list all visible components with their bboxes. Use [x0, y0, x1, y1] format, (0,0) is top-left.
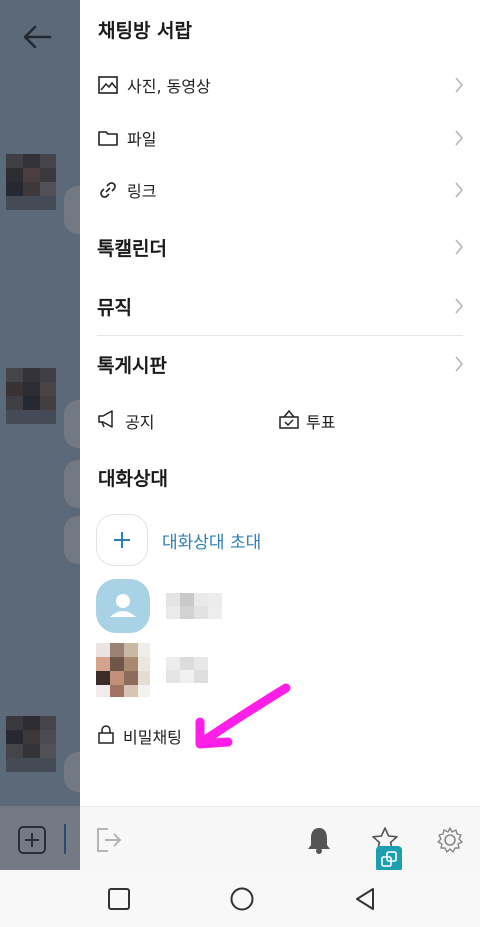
chevron-right-icon: [455, 182, 464, 198]
chevron-right-icon: [455, 77, 464, 93]
home-icon[interactable]: [229, 886, 255, 912]
folder-icon: [97, 127, 119, 149]
member-name-blurred: [166, 657, 222, 683]
menu-item-music[interactable]: 뮤직: [80, 280, 480, 332]
member-item[interactable]: [96, 578, 222, 634]
chat-drawer: 채팅방 서랍 사진, 동영상 파일 링크 톡캘린더 뮤직 톡게시판 공지 투표 …: [80, 0, 480, 870]
vote-label: 투표: [306, 413, 336, 432]
menu-item-label: 링크: [127, 182, 157, 201]
system-navigation-bar: [0, 870, 480, 927]
menu-item-talk-board[interactable]: 톡게시판: [80, 338, 480, 390]
lock-icon: [97, 724, 115, 748]
members-section-title: 대화상대: [98, 468, 168, 490]
divider: [97, 335, 463, 336]
recent-apps-icon[interactable]: [106, 886, 132, 912]
chevron-right-icon: [455, 130, 464, 146]
member-name-blurred: [166, 593, 222, 619]
menu-item-photos-videos[interactable]: 사진, 동영상: [80, 59, 480, 111]
vote-box-icon: [278, 408, 300, 434]
bell-icon[interactable]: [304, 825, 334, 855]
menu-item-label: 파일: [127, 130, 157, 149]
drawer-bottom-bar: [80, 806, 480, 870]
leave-icon[interactable]: [94, 825, 124, 855]
chevron-right-icon: [455, 298, 464, 314]
menu-item-label: 뮤직: [97, 296, 132, 319]
back-icon[interactable]: [352, 886, 378, 912]
chevron-right-icon: [455, 356, 464, 372]
secret-chat-label: 비밀채팅: [123, 728, 182, 747]
menu-item-talk-calendar[interactable]: 톡캘린더: [80, 221, 480, 273]
avatar: [96, 643, 150, 697]
menu-item-label: 톡캘린더: [97, 237, 167, 260]
plus-icon: [96, 514, 148, 566]
link-icon: [97, 179, 119, 201]
menu-item-files[interactable]: 파일: [80, 112, 480, 164]
secret-chat-button[interactable]: 비밀채팅: [97, 722, 182, 750]
member-item[interactable]: [96, 642, 222, 698]
gear-icon[interactable]: [435, 825, 465, 855]
menu-item-label: 톡게시판: [97, 354, 167, 377]
menu-item-links[interactable]: 링크: [80, 164, 480, 216]
invite-member-label: 대화상대 초대: [162, 532, 262, 553]
drawer-title: 채팅방 서랍: [98, 20, 193, 42]
chevron-right-icon: [455, 239, 464, 255]
notice-button[interactable]: 공지: [97, 406, 154, 436]
vote-button[interactable]: 투표: [278, 406, 335, 436]
megaphone-icon: [97, 409, 119, 433]
image-icon: [97, 74, 119, 96]
notice-label: 공지: [125, 413, 155, 432]
menu-item-label: 사진, 동영상: [127, 77, 211, 96]
default-profile-icon: [96, 579, 150, 633]
copy-icon[interactable]: [376, 846, 402, 872]
invite-member-button[interactable]: 대화상대 초대: [96, 514, 261, 566]
